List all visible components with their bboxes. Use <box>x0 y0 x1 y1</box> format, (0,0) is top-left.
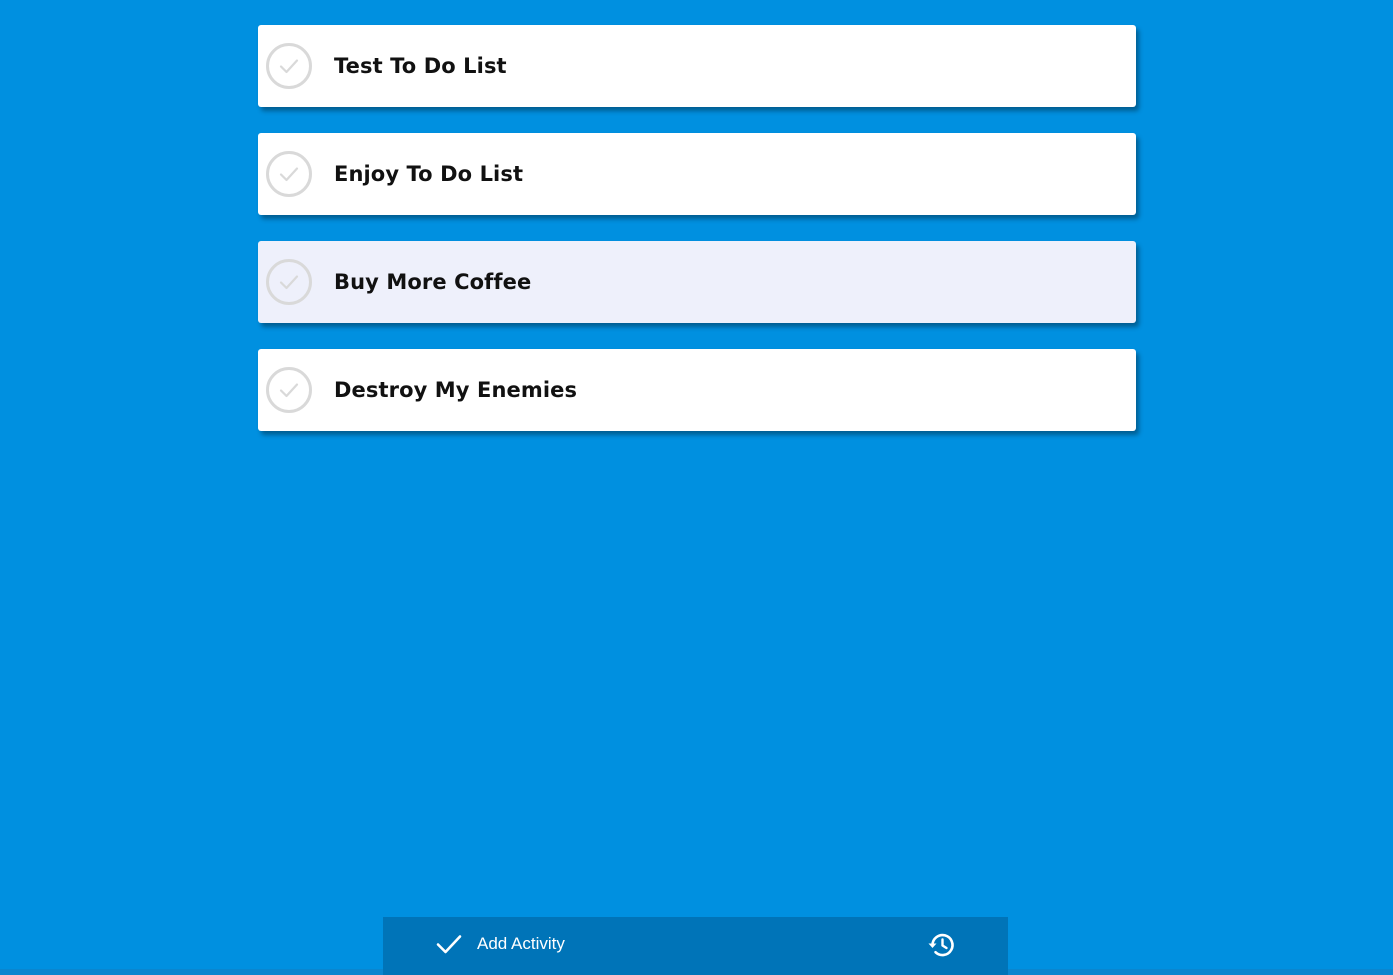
todo-list: Test To Do List Enjoy To Do List Buy Mor… <box>258 25 1136 457</box>
checkmark-icon <box>279 167 299 182</box>
todo-item[interactable]: Enjoy To Do List <box>258 133 1136 215</box>
todo-item[interactable]: Destroy My Enemies <box>258 349 1136 431</box>
bottom-toolbar: Add Activity <box>383 917 1008 975</box>
complete-toggle[interactable] <box>266 259 312 305</box>
complete-toggle[interactable] <box>266 367 312 413</box>
history-button[interactable] <box>926 931 956 959</box>
checkmark-icon <box>279 59 299 74</box>
todo-label: Buy More Coffee <box>334 270 532 294</box>
todo-label: Test To Do List <box>334 54 507 78</box>
todo-item[interactable]: Buy More Coffee <box>258 241 1136 323</box>
history-icon <box>928 933 954 957</box>
checkmark-icon <box>279 275 299 290</box>
complete-toggle[interactable] <box>266 43 312 89</box>
todo-label: Destroy My Enemies <box>334 378 578 402</box>
complete-toggle[interactable] <box>266 151 312 197</box>
todo-item[interactable]: Test To Do List <box>258 25 1136 107</box>
checkmark-icon <box>436 935 462 954</box>
add-activity-label: Add Activity <box>477 934 565 953</box>
add-activity-button[interactable]: Add Activity <box>436 917 565 971</box>
todo-label: Enjoy To Do List <box>334 162 524 186</box>
checkmark-icon <box>279 383 299 398</box>
